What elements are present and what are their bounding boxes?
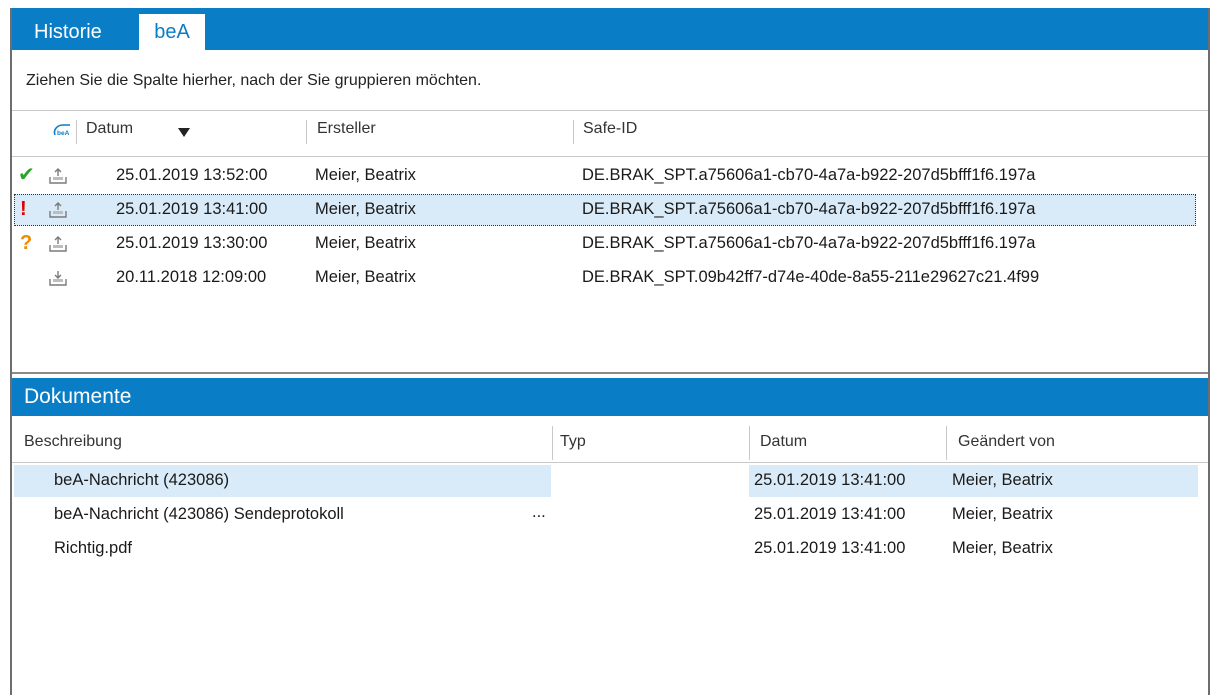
outbox-tray-icon xyxy=(49,168,67,184)
history-row[interactable]: ✔ 25.01.2019 13:52:00 Meier, Beatrix DE.… xyxy=(14,160,1196,192)
cell-safe-id: DE.BRAK_SPT.09b42ff7-d74e-40de-8a55-211e… xyxy=(582,268,1040,286)
cell-datum: 25.01.2019 13:41:00 xyxy=(754,505,906,523)
cell-datum: 25.01.2019 13:41:00 xyxy=(116,200,268,218)
cell-datum: 25.01.2019 13:52:00 xyxy=(116,166,268,184)
cell-datum: 20.11.2018 12:09:00 xyxy=(116,268,267,286)
cell-geaendert-von: Meier, Beatrix xyxy=(952,505,1053,523)
splitter[interactable] xyxy=(12,372,1208,374)
outbox-tray-icon xyxy=(49,236,67,252)
cell-datum: 25.01.2019 13:30:00 xyxy=(116,234,268,252)
cell-safe-id: DE.BRAK_SPT.a75606a1-cb70-4a7a-b922-207d… xyxy=(582,166,1036,184)
cell-ersteller: Meier, Beatrix xyxy=(315,200,416,218)
divider xyxy=(12,462,1208,463)
section-title-dokumente: Dokumente xyxy=(12,378,1208,416)
column-header-beschreibung[interactable]: Beschreibung xyxy=(24,433,122,451)
sort-descending-icon[interactable] xyxy=(178,128,190,137)
history-row[interactable]: ? 25.01.2019 13:30:00 Meier, Beatrix DE.… xyxy=(14,228,1196,260)
column-separator[interactable] xyxy=(76,120,77,144)
column-header-ersteller[interactable]: Ersteller xyxy=(317,120,376,138)
status-unknown-icon: ? xyxy=(20,232,33,254)
document-row[interactable]: Richtig.pdf 25.01.2019 13:41:00 Meier, B… xyxy=(12,533,1208,565)
bea-panel: Historie beA Ziehen Sie die Spalte hierh… xyxy=(10,8,1210,695)
column-header-typ[interactable]: Typ xyxy=(560,433,586,451)
cell-geaendert-von: Meier, Beatrix xyxy=(952,471,1053,489)
cell-ersteller: Meier, Beatrix xyxy=(315,268,416,286)
column-header-safe-id[interactable]: Safe-ID xyxy=(583,120,637,138)
history-row[interactable]: 20.11.2018 12:09:00 Meier, Beatrix DE.BR… xyxy=(14,262,1196,294)
tab-bea[interactable]: beA xyxy=(139,14,205,50)
cell-geaendert-von: Meier, Beatrix xyxy=(952,539,1053,557)
column-header-geaendert-von[interactable]: Geändert von xyxy=(958,433,1055,451)
column-separator[interactable] xyxy=(306,120,307,144)
tab-historie[interactable]: Historie xyxy=(26,14,110,50)
status-error-icon: ! xyxy=(20,198,27,220)
history-row-selected[interactable]: ! 25.01.2019 13:41:00 Meier, Beatrix DE.… xyxy=(14,194,1196,226)
divider xyxy=(12,156,1208,157)
column-separator[interactable] xyxy=(749,426,750,460)
cell-safe-id: DE.BRAK_SPT.a75606a1-cb70-4a7a-b922-207d… xyxy=(582,200,1036,218)
group-by-panel[interactable]: Ziehen Sie die Spalte hierher, nach der … xyxy=(26,72,481,90)
cell-datum: 25.01.2019 13:41:00 xyxy=(754,539,906,557)
cell-typ: ... xyxy=(532,503,546,521)
column-separator[interactable] xyxy=(946,426,947,460)
cell-safe-id: DE.BRAK_SPT.a75606a1-cb70-4a7a-b922-207d… xyxy=(582,234,1036,252)
column-header-datum[interactable]: Datum xyxy=(760,433,807,451)
column-separator[interactable] xyxy=(552,426,553,460)
inbox-tray-icon xyxy=(49,271,67,286)
tab-bar: Historie beA xyxy=(12,8,1208,50)
document-row-selected[interactable]: beA-Nachricht (423086) 25.01.2019 13:41:… xyxy=(12,465,1208,497)
cell-ersteller: Meier, Beatrix xyxy=(315,166,416,184)
outbox-tray-icon xyxy=(49,202,67,218)
cell-beschreibung: beA-Nachricht (423086) xyxy=(54,471,230,489)
cell-datum: 25.01.2019 13:41:00 xyxy=(754,471,906,489)
status-ok-icon: ✔ xyxy=(18,164,35,186)
column-separator[interactable] xyxy=(573,120,574,144)
column-header-datum[interactable]: Datum xyxy=(86,120,133,138)
bea-logo-icon[interactable]: beA xyxy=(52,122,72,140)
divider xyxy=(12,110,1208,111)
svg-text:beA: beA xyxy=(57,130,70,137)
document-row[interactable]: beA-Nachricht (423086) Sendeprotokoll ..… xyxy=(12,499,1208,531)
cell-beschreibung: Richtig.pdf xyxy=(54,539,132,557)
cell-ersteller: Meier, Beatrix xyxy=(315,234,416,252)
cell-beschreibung: beA-Nachricht (423086) Sendeprotokoll xyxy=(54,505,344,523)
